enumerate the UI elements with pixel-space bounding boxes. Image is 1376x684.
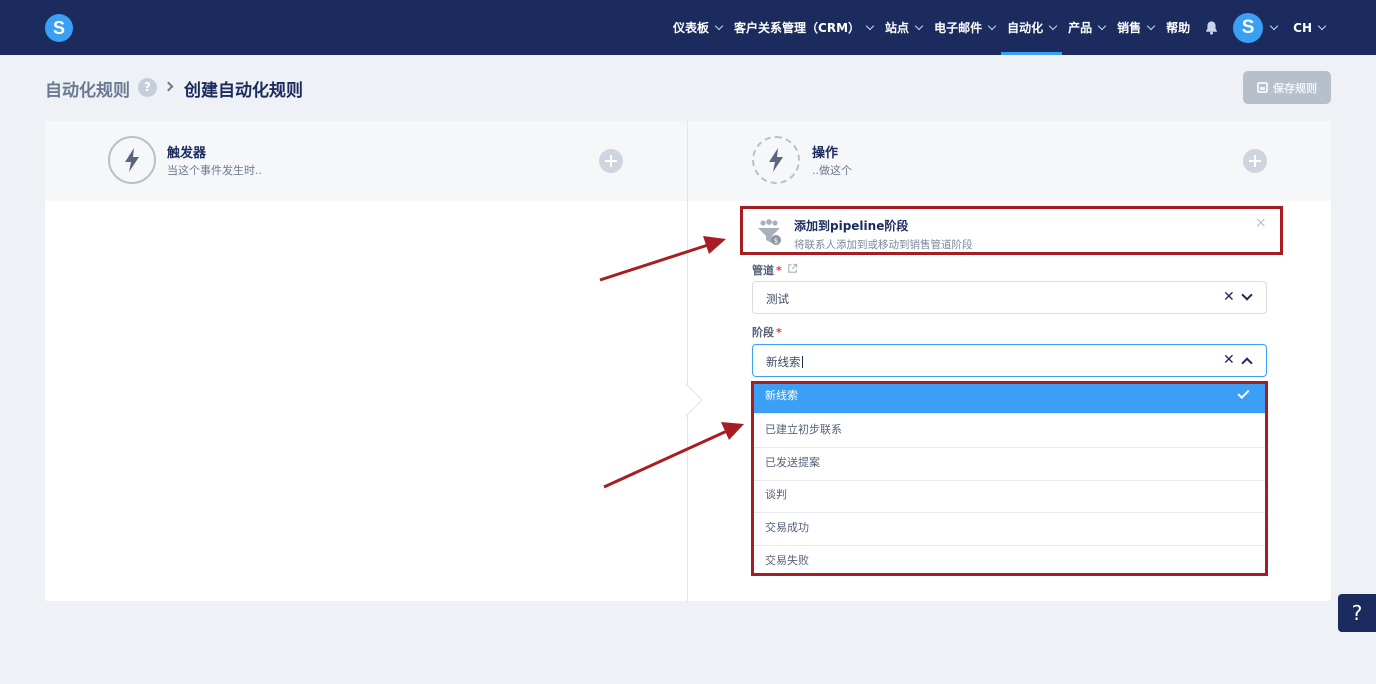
chevron-down-icon [914,21,924,30]
chevron-down-icon [1097,21,1107,30]
external-link-icon[interactable] [787,263,798,274]
check-icon [1237,386,1250,400]
nav-automation[interactable]: 自动化 [1001,0,1063,55]
save-rule-label: 保存规则 [1273,81,1317,95]
stage-label: 阶段 * [752,324,782,340]
action-title: 添加到pipeline阶段 [794,219,909,233]
chevron-down-icon [1317,21,1327,30]
trigger-title: 触发器 [167,146,207,161]
stage-dropdown: 新线索 已建立初步联系 已发送提案 谈判 交易成功 交易失败 [751,381,1268,576]
language-label: CH [1293,20,1312,35]
pipeline-funnel-icon: $ [758,219,781,245]
stage-option[interactable]: 新线索 [754,384,1265,414]
bell-icon[interactable] [1204,20,1219,35]
chevron-down-icon[interactable] [1269,21,1279,30]
breadcrumb-parent[interactable]: 自动化规则 [45,76,130,101]
add-action-icon[interactable] [1243,149,1267,173]
nav-label: 帮助 [1166,21,1191,35]
action-header: 操作 ..做这个 [688,121,1331,201]
action-column-subtitle: ..做这个 [812,164,852,177]
nav-dashboard[interactable]: 仪表板 [667,0,728,55]
nav-label: 客户关系管理（CRM） [734,21,861,35]
option-label: 已建立初步联系 [765,423,842,436]
option-label: 已发送提案 [765,456,820,469]
svg-text:$: $ [774,237,778,245]
option-label: 交易失败 [765,554,809,567]
action-item[interactable]: $ 添加到pipeline阶段 将联系人添加到或移动到销售管道阶段 × [740,206,1283,255]
stage-option[interactable]: 交易失败 [754,546,1265,573]
avatar[interactable]: S [1233,12,1264,43]
pipeline-select[interactable]: 测试 ✕ [752,281,1267,314]
help-icon[interactable]: ? [138,78,157,97]
close-icon[interactable]: × [1255,215,1267,231]
stage-option[interactable]: 谈判 [754,480,1265,513]
nav-sites[interactable]: 站点 [879,0,928,55]
nav-crm[interactable]: 客户关系管理（CRM） [728,0,879,55]
nav-products[interactable]: 产品 [1062,0,1111,55]
chevron-down-icon [1146,21,1156,30]
option-label: 新线索 [765,389,798,402]
add-trigger-icon[interactable] [599,149,623,173]
stage-option[interactable]: 已建立初步联系 [754,415,1265,448]
pipeline-label-text: 管道 [752,264,774,277]
stage-option[interactable]: 交易成功 [754,513,1265,546]
nav-email[interactable]: 电子邮件 [928,0,1001,55]
nav-label: 电子邮件 [934,21,983,35]
nav-label: 仪表板 [673,21,710,35]
chevron-down-icon [1048,21,1058,30]
pipeline-label: 管道 * [752,262,782,278]
action-column-title: 操作 [812,146,839,161]
nav-label: 自动化 [1007,21,1044,35]
chevron-down-icon [714,21,724,30]
top-nav-bar: S 仪表板 客户关系管理（CRM） 站点 电子邮件 自动化 产品 销售 帮助 S… [0,0,1376,55]
lightning-icon [108,136,156,184]
connector-notch [685,383,703,417]
option-label: 交易成功 [765,521,809,534]
pipeline-value: 测试 [766,292,789,306]
app-logo[interactable]: S [45,14,73,42]
nav-help[interactable]: 帮助 [1160,0,1196,55]
language-switcher[interactable]: CH [1287,0,1331,55]
trigger-header: 触发器 当这个事件发生时.. [45,121,687,201]
lightning-icon [752,136,800,184]
option-label: 谈判 [765,488,787,501]
text-caret [801,356,803,368]
clear-icon[interactable]: ✕ [1223,289,1235,305]
stage-label-text: 阶段 [752,326,774,339]
main-nav: 仪表板 客户关系管理（CRM） 站点 电子邮件 自动化 产品 销售 帮助 S C… [667,0,1331,55]
column-divider [687,121,688,601]
nav-label: 站点 [885,21,910,35]
required-marker: * [776,264,782,277]
trigger-subtitle: 当这个事件发生时.. [167,164,262,177]
nav-sales[interactable]: 销售 [1111,0,1160,55]
nav-label: 销售 [1117,21,1142,35]
save-rule-button[interactable]: 保存规则 [1243,71,1331,104]
clear-icon[interactable]: ✕ [1223,352,1235,368]
required-marker: * [776,326,782,339]
stage-select[interactable]: 新线索 ✕ [752,344,1267,377]
chevron-up-icon[interactable] [1241,357,1253,369]
chevron-down-icon[interactable] [1241,289,1253,301]
chevron-down-icon [865,21,875,30]
chevron-right-icon [163,81,174,92]
action-description: 将联系人添加到或移动到销售管道阶段 [794,239,973,251]
nav-label: 产品 [1068,21,1093,35]
chevron-down-icon [987,21,997,30]
stage-value: 新线索 [766,355,801,369]
help-button[interactable]: ? [1338,594,1376,632]
save-icon [1257,82,1268,93]
page-title: 创建自动化规则 [184,81,303,101]
stage-option[interactable]: 已发送提案 [754,448,1265,481]
stage-input[interactable]: 新线索 [766,354,803,370]
